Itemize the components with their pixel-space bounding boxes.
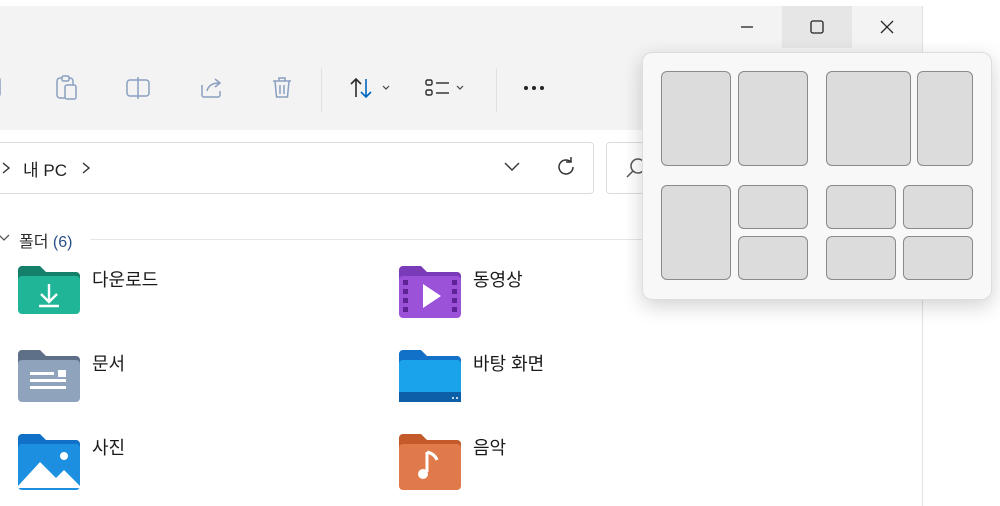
- music-folder-icon: [399, 434, 461, 490]
- chevron-down-icon: [0, 233, 10, 243]
- more-icon: [524, 86, 544, 90]
- folder-name: 다운로드: [92, 270, 159, 290]
- close-icon: [880, 20, 894, 34]
- copy-button[interactable]: [0, 68, 10, 108]
- paste-button[interactable]: [48, 68, 84, 108]
- downloads-folder-icon: [18, 266, 80, 314]
- toolbar-divider: [496, 68, 497, 112]
- snap-layouts-flyout: [642, 52, 992, 300]
- maximize-icon: [810, 20, 824, 34]
- sort-button[interactable]: [348, 68, 394, 108]
- snap-zone-quad-top-left[interactable]: [826, 185, 896, 229]
- minimize-icon: [741, 26, 753, 28]
- view-icon: [425, 79, 464, 96]
- maximize-button[interactable]: [782, 6, 852, 48]
- folder-item-pictures[interactable]: 사진: [16, 432, 316, 492]
- sort-icon: [350, 77, 390, 99]
- desktop-folder-icon: [399, 350, 461, 402]
- chevron-right-icon: [1, 161, 15, 175]
- folder-name: 바탕 화면: [473, 354, 545, 374]
- snap-zone-wide-left[interactable]: [826, 71, 911, 166]
- snap-zone-left-half[interactable]: [661, 185, 731, 280]
- address-bar[interactable]: 내 PC: [0, 142, 594, 194]
- share-button[interactable]: [192, 68, 232, 108]
- snap-zone-quad-bottom-left[interactable]: [826, 236, 896, 280]
- folder-name: 동영상: [473, 270, 523, 290]
- share-icon: [201, 78, 222, 98]
- copy-icon: [0, 77, 1, 97]
- chevron-down-icon[interactable]: [503, 159, 521, 173]
- snap-zone-two-columns-left[interactable]: [661, 71, 731, 166]
- folder-name: 문서: [92, 354, 126, 374]
- folder-item-downloads[interactable]: 다운로드: [16, 264, 316, 324]
- snap-zone-quad-bottom-right[interactable]: [903, 236, 973, 280]
- pictures-folder-icon: [18, 434, 80, 490]
- section-title: 폴더 (6): [19, 228, 72, 252]
- delete-icon: [273, 77, 291, 98]
- folder-name: 사진: [92, 438, 126, 458]
- documents-folder-icon: [18, 350, 80, 402]
- snap-zone-narrow-right[interactable]: [917, 71, 973, 166]
- section-count: (6): [52, 234, 73, 251]
- toolbar-divider: [321, 68, 322, 112]
- rename-icon: [126, 77, 150, 99]
- snap-zone-right-top[interactable]: [738, 185, 808, 229]
- snap-zone-quad-top-right[interactable]: [903, 185, 973, 229]
- view-button[interactable]: [424, 68, 470, 108]
- rename-button[interactable]: [118, 68, 158, 108]
- refresh-icon[interactable]: [554, 155, 578, 179]
- more-options-button[interactable]: [516, 68, 552, 108]
- snap-zone-right-bottom[interactable]: [738, 236, 808, 280]
- delete-button[interactable]: [264, 68, 300, 108]
- close-button[interactable]: [852, 6, 922, 48]
- folder-name: 음악: [473, 438, 507, 458]
- chevron-right-icon[interactable]: [81, 161, 91, 175]
- title-bar: [0, 6, 922, 48]
- section-title-text: 폴더: [19, 234, 49, 251]
- paste-icon: [56, 75, 77, 100]
- folder-item-music[interactable]: 음악: [397, 432, 697, 492]
- videos-folder-icon: [399, 266, 461, 318]
- folder-item-documents[interactable]: 문서: [16, 348, 316, 408]
- folder-item-desktop[interactable]: 바탕 화면: [397, 348, 697, 408]
- minimize-button[interactable]: [712, 6, 782, 48]
- snap-zone-two-columns-right[interactable]: [738, 71, 808, 166]
- breadcrumb-this-pc[interactable]: 내 PC: [23, 156, 67, 181]
